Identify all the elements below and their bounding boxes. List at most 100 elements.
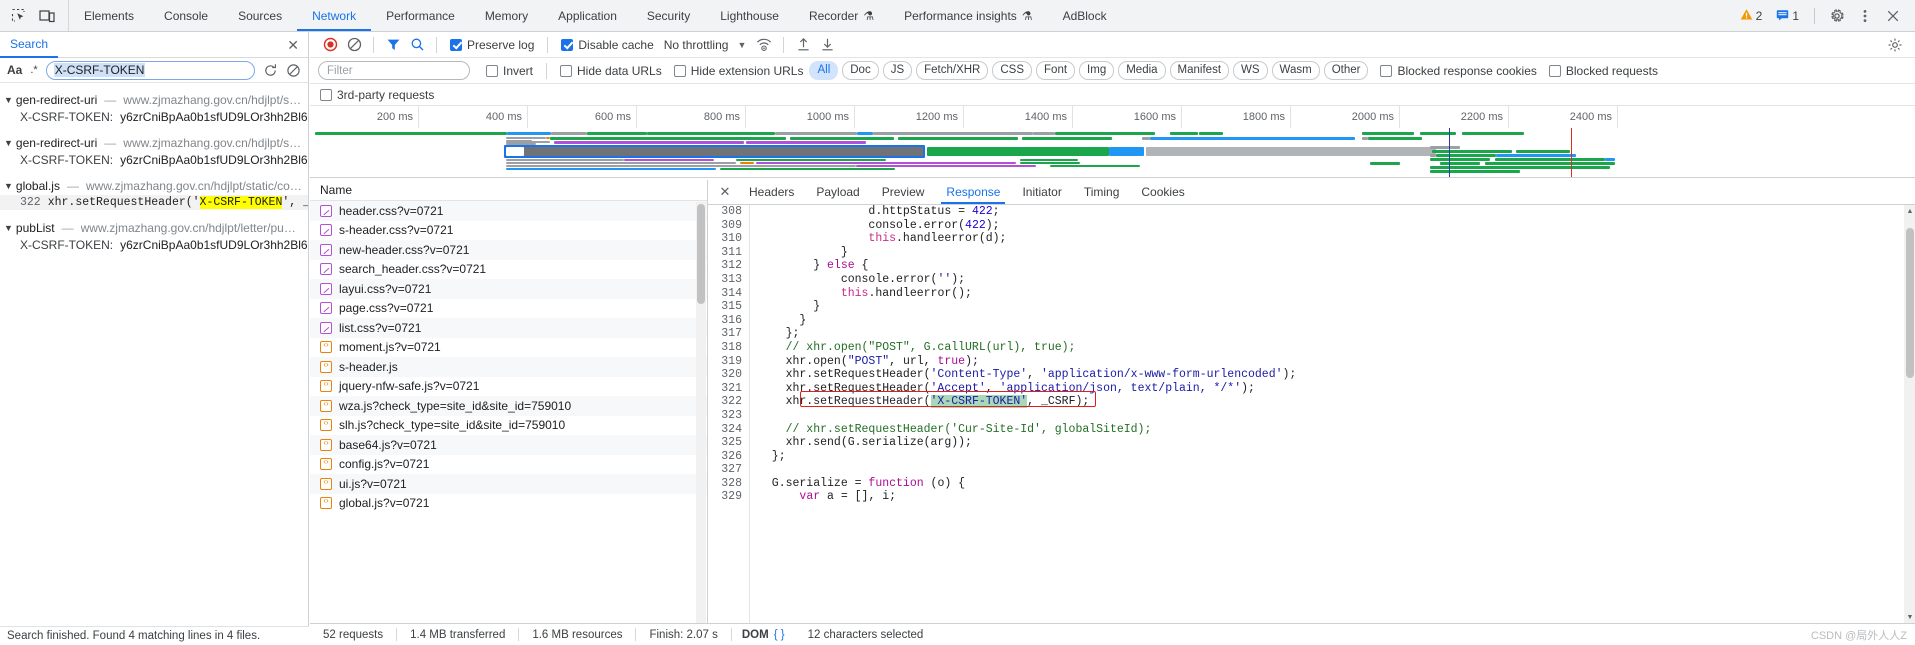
disable-cache-checkbox[interactable]: Disable cache	[561, 38, 654, 52]
table-row[interactable]: search_header.css?v=0721	[310, 260, 707, 280]
response-code-viewer[interactable]: 308 309 310 311 312 313 314 315 316 317 …	[708, 205, 1915, 623]
table-row[interactable]: base64.js?v=0721	[310, 435, 707, 455]
tab-network[interactable]: Network	[297, 0, 372, 31]
type-filter-all[interactable]: All	[809, 61, 839, 80]
detail-tab-timing[interactable]: Timing	[1073, 180, 1131, 204]
table-row[interactable]: layui.css?v=0721	[310, 279, 707, 299]
tab-application[interactable]: Application	[543, 0, 632, 31]
table-row[interactable]: new-header.css?v=0721	[310, 240, 707, 260]
tab-performance-insights[interactable]: Performance insights ⚗	[889, 0, 1047, 31]
table-row[interactable]: s-header.css?v=0721	[310, 221, 707, 241]
tab-recorder[interactable]: Recorder ⚗	[794, 0, 889, 31]
chevron-down-icon[interactable]: ▼	[4, 223, 13, 233]
match-case-button[interactable]: Aa	[7, 63, 22, 77]
type-filter-doc[interactable]: Doc	[842, 61, 879, 80]
table-row[interactable]: jquery-nfw-safe.js?v=0721	[310, 377, 707, 397]
type-filter-other[interactable]: Other	[1323, 61, 1369, 80]
table-row[interactable]: page.css?v=0721	[310, 299, 707, 319]
tab-elements[interactable]: Elements	[69, 0, 149, 31]
close-icon[interactable]: ✕	[712, 180, 738, 204]
type-filter-wasm[interactable]: Wasm	[1271, 61, 1320, 80]
detail-tab-response[interactable]: Response	[935, 180, 1011, 204]
network-conditions-icon[interactable]	[752, 33, 776, 57]
third-party-requests-checkbox[interactable]: 3rd-party requests	[320, 88, 434, 102]
search-result-line[interactable]: 322 xhr.setRequestHeader('X-CSRF-TOKEN',…	[0, 195, 308, 210]
chevron-down-icon[interactable]: ▼	[4, 181, 13, 191]
settings-gear-icon[interactable]	[1825, 4, 1849, 28]
more-options-icon[interactable]	[1853, 4, 1877, 28]
detail-tab-cookies[interactable]: Cookies	[1130, 180, 1195, 204]
type-filter-css[interactable]: CSS	[992, 61, 1033, 80]
search-icon[interactable]	[405, 33, 429, 57]
search-results-list[interactable]: ▼ gen-redirect-uri — www.zjmazhang.gov.c…	[0, 84, 308, 627]
detail-tab-initiator[interactable]: Initiator	[1011, 180, 1072, 204]
chevron-down-icon[interactable]: ▼	[4, 95, 13, 105]
type-filter-media[interactable]: Media	[1118, 61, 1166, 80]
import-har-icon[interactable]	[791, 33, 815, 57]
tab-console[interactable]: Console	[149, 0, 223, 31]
code-text-lines[interactable]: d.httpStatus = 422; console.error(422); …	[758, 205, 1915, 504]
clear-icon[interactable]	[286, 63, 301, 78]
tab-lighthouse[interactable]: Lighthouse	[705, 0, 794, 31]
type-filter-fetch-xhr[interactable]: Fetch/XHR	[916, 61, 989, 80]
tab-memory[interactable]: Memory	[470, 0, 543, 31]
tab-performance[interactable]: Performance	[371, 0, 470, 31]
regex-button[interactable]: .*	[30, 64, 37, 76]
type-filter-js[interactable]: JS	[882, 61, 913, 80]
network-overview-waterfall[interactable]: 200 ms 400 ms 600 ms 800 ms 1000 ms 1200…	[310, 106, 1915, 178]
type-filter-font[interactable]: Font	[1036, 61, 1076, 80]
invert-checkbox[interactable]: Invert	[486, 64, 533, 78]
filter-funnel-icon[interactable]	[381, 33, 405, 57]
throttling-dropdown[interactable]: No throttling ▼	[664, 38, 747, 52]
inspect-element-icon[interactable]	[10, 7, 28, 25]
request-list[interactable]: Name header.css?v=0721 s-header.css?v=07…	[310, 180, 708, 645]
search-result-line[interactable]: X-CSRF-TOKEN: y6zrCniBpAa0b1sfUD9LOr3hh2…	[0, 152, 308, 168]
search-tab-label[interactable]: Search	[0, 32, 59, 58]
message-count-group[interactable]: 1	[1771, 8, 1804, 24]
search-result-file[interactable]: ▼ gen-redirect-uri — www.zjmazhang.gov.c…	[0, 91, 308, 109]
tab-security[interactable]: Security	[632, 0, 705, 31]
device-toolbar-icon[interactable]	[38, 7, 56, 25]
close-icon[interactable]: ✕	[287, 38, 299, 52]
search-result-line[interactable]: X-CSRF-TOKEN: y6zrCniBpAa0b1sfUD9LOr3hh2…	[0, 237, 308, 253]
detail-tab-preview[interactable]: Preview	[871, 180, 936, 204]
search-result-file[interactable]: ▼ pubList — www.zjmazhang.gov.cn/hdjlpt/…	[0, 219, 308, 237]
tab-adblock[interactable]: AdBlock	[1048, 0, 1122, 31]
table-row[interactable]: global.js?v=0721	[310, 494, 707, 514]
tab-sources[interactable]: Sources	[223, 0, 297, 31]
table-row[interactable]: moment.js?v=0721	[310, 338, 707, 358]
scroll-down-arrow-icon[interactable]: ▼	[1905, 612, 1915, 623]
table-row[interactable]: wza.js?check_type=site_id&site_id=759010	[310, 396, 707, 416]
network-settings-icon[interactable]	[1883, 33, 1907, 57]
preserve-log-checkbox[interactable]: Preserve log	[450, 38, 534, 52]
table-row[interactable]: header.css?v=0721	[310, 201, 707, 221]
chevron-down-icon[interactable]: ▼	[4, 138, 13, 148]
type-filter-manifest[interactable]: Manifest	[1169, 61, 1230, 80]
search-result-line[interactable]: X-CSRF-TOKEN: y6zrCniBpAa0b1sfUD9LOr3hh2…	[0, 109, 308, 125]
table-row[interactable]: s-header.js	[310, 357, 707, 377]
request-list-scroll-thumb[interactable]	[697, 204, 705, 304]
table-row[interactable]: config.js?v=0721	[310, 455, 707, 475]
type-filter-img[interactable]: Img	[1079, 61, 1115, 80]
filter-input[interactable]: Filter	[318, 61, 470, 80]
blocked-requests-checkbox[interactable]: Blocked requests	[1548, 64, 1658, 78]
table-row[interactable]: ui.js?v=0721	[310, 474, 707, 494]
scroll-up-arrow-icon[interactable]: ▲	[1905, 206, 1915, 217]
detail-tab-headers[interactable]: Headers	[738, 180, 805, 204]
search-result-file[interactable]: ▼ global.js — www.zjmazhang.gov.cn/hdjlp…	[0, 177, 308, 195]
detail-tab-payload[interactable]: Payload	[805, 180, 870, 204]
hide-extension-urls-checkbox[interactable]: Hide extension URLs	[673, 64, 803, 78]
close-devtools-icon[interactable]	[1881, 4, 1905, 28]
type-filter-ws[interactable]: WS	[1233, 61, 1268, 80]
hide-data-urls-checkbox[interactable]: Hide data URLs	[560, 64, 662, 78]
search-input[interactable]: X-CSRF-TOKEN	[45, 60, 255, 80]
warning-count-group[interactable]: 2	[1735, 8, 1768, 24]
clear-network-icon[interactable]	[342, 33, 366, 57]
selected-request-block[interactable]	[504, 145, 925, 158]
record-stop-icon[interactable]	[318, 33, 342, 57]
column-header-name[interactable]: Name	[320, 183, 352, 197]
table-row[interactable]: list.css?v=0721	[310, 318, 707, 338]
code-scroll-thumb[interactable]	[1905, 228, 1914, 378]
blocked-response-cookies-checkbox[interactable]: Blocked response cookies	[1380, 64, 1537, 78]
export-har-icon[interactable]	[815, 33, 839, 57]
